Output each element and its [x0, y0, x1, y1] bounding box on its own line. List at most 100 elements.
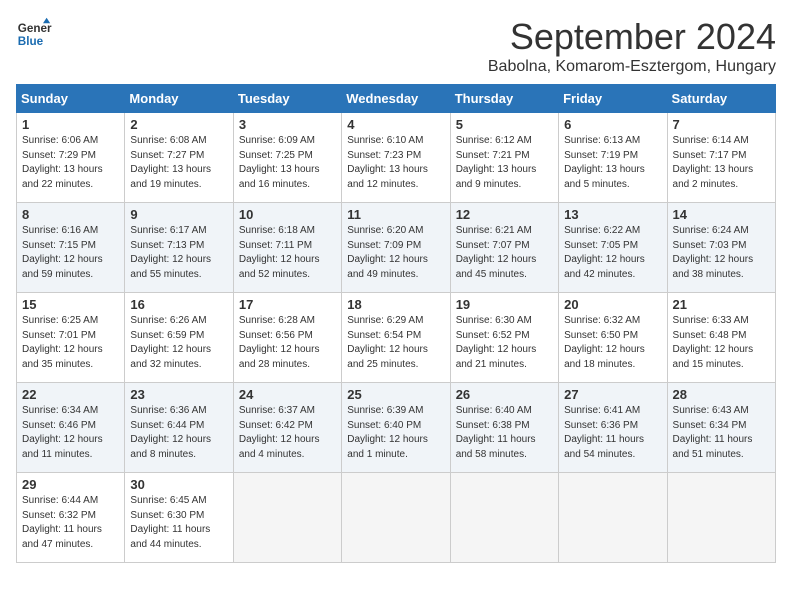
table-row: 19 Sunrise: 6:30 AM Sunset: 6:52 PM Dayli…	[450, 293, 558, 383]
col-wednesday: Wednesday	[342, 85, 450, 113]
table-row: 23 Sunrise: 6:36 AM Sunset: 6:44 PM Dayli…	[125, 383, 233, 473]
day-number: 22	[22, 387, 119, 402]
day-number: 4	[347, 117, 444, 132]
table-row: 7 Sunrise: 6:14 AM Sunset: 7:17 PM Daylig…	[667, 113, 775, 203]
day-number: 1	[22, 117, 119, 132]
day-info: Sunrise: 6:09 AM Sunset: 7:25 PM Dayligh…	[239, 134, 336, 192]
day-info: Sunrise: 6:16 AM Sunset: 7:15 PM Dayligh…	[22, 224, 119, 282]
table-row: 4 Sunrise: 6:10 AM Sunset: 7:23 PM Daylig…	[342, 113, 450, 203]
day-info: Sunrise: 6:25 AM Sunset: 7:01 PM Dayligh…	[22, 314, 119, 372]
day-number: 14	[673, 207, 770, 222]
day-info: Sunrise: 6:37 AM Sunset: 6:42 PM Dayligh…	[239, 404, 336, 462]
table-row: 9Sunrise: 6:17 AM Sunset: 7:13 PM Daylig…	[125, 203, 233, 293]
table-row: 22 Sunrise: 6:34 AM Sunset: 6:46 PM Dayli…	[17, 383, 125, 473]
day-info: Sunrise: 6:10 AM Sunset: 7:23 PM Dayligh…	[347, 134, 444, 192]
day-number: 5	[456, 117, 553, 132]
table-row: 11 Sunrise: 6:20 AM Sunset: 7:09 PM Dayli…	[342, 203, 450, 293]
day-info: Sunrise: 6:44 AM Sunset: 6:32 PM Dayligh…	[22, 494, 119, 552]
col-friday: Friday	[559, 85, 667, 113]
col-monday: Monday	[125, 85, 233, 113]
day-number: 6	[564, 117, 661, 132]
col-sunday: Sunday	[17, 85, 125, 113]
day-number: 2	[130, 117, 227, 132]
logo: General Blue	[16, 16, 52, 52]
table-row: 28 Sunrise: 6:43 AM Sunset: 6:34 PM Dayli…	[667, 383, 775, 473]
week-row-5: 29Sunrise: 6:44 AM Sunset: 6:32 PM Dayli…	[17, 473, 776, 563]
day-info: Sunrise: 6:06 AM Sunset: 7:29 PM Dayligh…	[22, 134, 119, 192]
table-row: 10Sunrise: 6:18 AM Sunset: 7:11 PM Dayli…	[233, 203, 341, 293]
day-info: Sunrise: 6:29 AM Sunset: 6:54 PM Dayligh…	[347, 314, 444, 372]
day-info: Sunrise: 6:28 AM Sunset: 6:56 PM Dayligh…	[239, 314, 336, 372]
day-info: Sunrise: 6:36 AM Sunset: 6:44 PM Dayligh…	[130, 404, 227, 462]
day-number: 20	[564, 297, 661, 312]
table-row: 12 Sunrise: 6:21 AM Sunset: 7:07 PM Dayli…	[450, 203, 558, 293]
day-number: 15	[22, 297, 119, 312]
day-number: 19	[456, 297, 553, 312]
day-number: 16	[130, 297, 227, 312]
table-row: 26Sunrise: 6:40 AM Sunset: 6:38 PM Dayli…	[450, 383, 558, 473]
day-number: 13	[564, 207, 661, 222]
title-area: September 2024 Babolna, Komarom-Esztergo…	[488, 16, 776, 76]
header-row: Sunday Monday Tuesday Wednesday Thursday…	[17, 85, 776, 113]
day-number: 28	[673, 387, 770, 402]
day-number: 18	[347, 297, 444, 312]
day-info: Sunrise: 6:33 AM Sunset: 6:48 PM Dayligh…	[673, 314, 770, 372]
col-saturday: Saturday	[667, 85, 775, 113]
day-info: Sunrise: 6:21 AM Sunset: 7:07 PM Dayligh…	[456, 224, 553, 282]
day-info: Sunrise: 6:08 AM Sunset: 7:27 PM Dayligh…	[130, 134, 227, 192]
day-info: Sunrise: 6:20 AM Sunset: 7:09 PM Dayligh…	[347, 224, 444, 282]
table-row: 20Sunrise: 6:32 AM Sunset: 6:50 PM Dayli…	[559, 293, 667, 383]
day-number: 26	[456, 387, 553, 402]
table-row: 27Sunrise: 6:41 AM Sunset: 6:36 PM Dayli…	[559, 383, 667, 473]
week-row-1: 1 Sunrise: 6:06 AM Sunset: 7:29 PM Daylig…	[17, 113, 776, 203]
day-info: Sunrise: 6:39 AM Sunset: 6:40 PM Dayligh…	[347, 404, 444, 462]
table-row	[667, 473, 775, 563]
week-row-2: 8Sunrise: 6:16 AM Sunset: 7:15 PM Daylig…	[17, 203, 776, 293]
svg-text:Blue: Blue	[18, 35, 44, 48]
week-row-4: 22 Sunrise: 6:34 AM Sunset: 6:46 PM Dayli…	[17, 383, 776, 473]
table-row: 6 Sunrise: 6:13 AM Sunset: 7:19 PM Daylig…	[559, 113, 667, 203]
col-thursday: Thursday	[450, 85, 558, 113]
table-row: 18 Sunrise: 6:29 AM Sunset: 6:54 PM Dayli…	[342, 293, 450, 383]
table-row: 17 Sunrise: 6:28 AM Sunset: 6:56 PM Dayli…	[233, 293, 341, 383]
day-info: Sunrise: 6:26 AM Sunset: 6:59 PM Dayligh…	[130, 314, 227, 372]
day-info: Sunrise: 6:14 AM Sunset: 7:17 PM Dayligh…	[673, 134, 770, 192]
table-row: 5 Sunrise: 6:12 AM Sunset: 7:21 PM Daylig…	[450, 113, 558, 203]
calendar-table: Sunday Monday Tuesday Wednesday Thursday…	[16, 84, 776, 563]
day-info: Sunrise: 6:34 AM Sunset: 6:46 PM Dayligh…	[22, 404, 119, 462]
svg-text:General: General	[18, 22, 52, 35]
month-title: September 2024	[488, 16, 776, 58]
col-tuesday: Tuesday	[233, 85, 341, 113]
day-info: Sunrise: 6:45 AM Sunset: 6:30 PM Dayligh…	[130, 494, 227, 552]
week-row-3: 15 Sunrise: 6:25 AM Sunset: 7:01 PM Dayli…	[17, 293, 776, 383]
table-row	[450, 473, 558, 563]
table-row	[559, 473, 667, 563]
subtitle: Babolna, Komarom-Esztergom, Hungary	[488, 58, 776, 76]
logo-icon: General Blue	[16, 16, 52, 52]
header: General Blue September 2024 Babolna, Kom…	[16, 16, 776, 76]
table-row	[342, 473, 450, 563]
table-row: 14 Sunrise: 6:24 AM Sunset: 7:03 PM Dayli…	[667, 203, 775, 293]
day-info: Sunrise: 6:13 AM Sunset: 7:19 PM Dayligh…	[564, 134, 661, 192]
table-row: 1 Sunrise: 6:06 AM Sunset: 7:29 PM Daylig…	[17, 113, 125, 203]
day-info: Sunrise: 6:12 AM Sunset: 7:21 PM Dayligh…	[456, 134, 553, 192]
day-number: 7	[673, 117, 770, 132]
table-row: 16 Sunrise: 6:26 AM Sunset: 6:59 PM Dayli…	[125, 293, 233, 383]
day-number: 10	[239, 207, 336, 222]
table-row: 13 Sunrise: 6:22 AM Sunset: 7:05 PM Dayli…	[559, 203, 667, 293]
day-number: 23	[130, 387, 227, 402]
day-info: Sunrise: 6:24 AM Sunset: 7:03 PM Dayligh…	[673, 224, 770, 282]
day-info: Sunrise: 6:22 AM Sunset: 7:05 PM Dayligh…	[564, 224, 661, 282]
day-number: 24	[239, 387, 336, 402]
day-number: 12	[456, 207, 553, 222]
table-row: 29Sunrise: 6:44 AM Sunset: 6:32 PM Dayli…	[17, 473, 125, 563]
day-number: 25	[347, 387, 444, 402]
table-row: 30Sunrise: 6:45 AM Sunset: 6:30 PM Dayli…	[125, 473, 233, 563]
table-row: 3Sunrise: 6:09 AM Sunset: 7:25 PM Daylig…	[233, 113, 341, 203]
table-row: 8Sunrise: 6:16 AM Sunset: 7:15 PM Daylig…	[17, 203, 125, 293]
day-number: 17	[239, 297, 336, 312]
day-info: Sunrise: 6:30 AM Sunset: 6:52 PM Dayligh…	[456, 314, 553, 372]
day-number: 11	[347, 207, 444, 222]
table-row: 24 Sunrise: 6:37 AM Sunset: 6:42 PM Dayli…	[233, 383, 341, 473]
day-info: Sunrise: 6:43 AM Sunset: 6:34 PM Dayligh…	[673, 404, 770, 462]
